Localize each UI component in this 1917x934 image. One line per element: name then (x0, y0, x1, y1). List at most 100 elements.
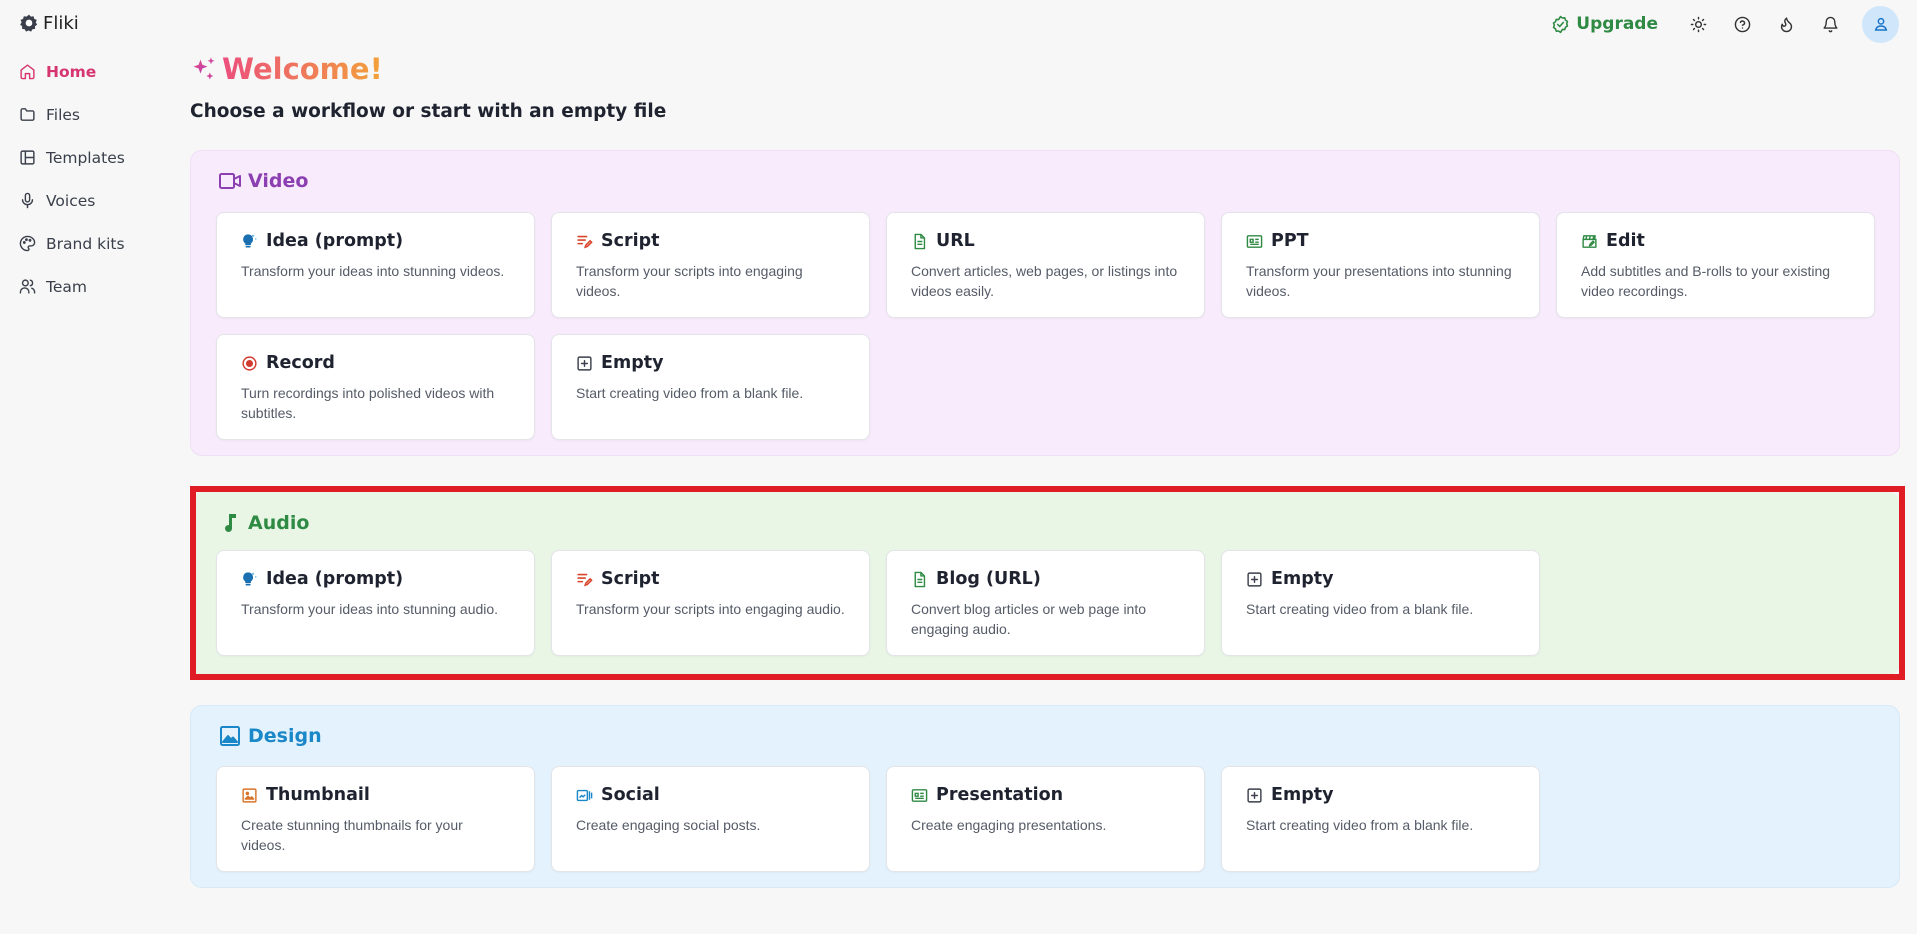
sidebar-item-brand-kits[interactable]: Brand kits (0, 222, 180, 265)
section-title: Video (248, 170, 309, 192)
card-description: Convert articles, web pages, or listings… (911, 263, 1178, 299)
sidebar-item-files[interactable]: Files (0, 93, 180, 136)
card-title: Empty (601, 353, 664, 373)
card-title-row: Blog (URL) (911, 567, 1180, 591)
card-description: Transform your ideas into stunning audio… (241, 601, 499, 617)
card-description: Create engaging social posts. (576, 817, 761, 833)
user-avatar-button[interactable] (1862, 5, 1899, 43)
card-description: Start creating video from a blank file. (1246, 601, 1474, 617)
card-title-row: Empty (1246, 567, 1515, 591)
card-title-row: Empty (576, 351, 845, 375)
card-description: Transform your presentations into stunni… (1246, 263, 1512, 299)
card-description: Start creating video from a blank file. (1246, 817, 1474, 833)
lightbulb-icon (243, 571, 257, 586)
sidebar-item-home[interactable]: Home (0, 50, 180, 93)
video-script-card[interactable]: Script Transform your scripts into engag… (551, 212, 870, 318)
card-title: Empty (1271, 785, 1334, 805)
presentation-icon (1246, 234, 1263, 248)
upgrade-label: Upgrade (1576, 14, 1658, 34)
audio-section: Audio Idea (prompt) Transform your ideas… (190, 492, 1900, 675)
top-bar-actions: Upgrade (1551, 5, 1899, 43)
home-icon (20, 64, 35, 80)
plus-square-icon (577, 355, 592, 371)
help-icon (1734, 16, 1750, 32)
card-title: Script (601, 569, 660, 589)
card-title-row: URL (911, 229, 1180, 253)
card-title: URL (936, 231, 975, 251)
lightbulb-icon (243, 233, 257, 248)
script-edit-icon (577, 235, 593, 248)
card-title-row: Script (576, 229, 845, 253)
card-title-row: Edit (1581, 229, 1850, 253)
card-title: Thumbnail (266, 785, 370, 805)
fliki-logo-icon (20, 14, 38, 32)
card-description: Create stunning thumbnails for your vide… (241, 817, 463, 853)
upgrade-button[interactable]: Upgrade (1551, 14, 1658, 34)
help-button[interactable] (1720, 6, 1764, 42)
video-empty-card[interactable]: Empty Start creating video from a blank … (551, 334, 870, 440)
video-url-card[interactable]: URL Convert articles, web pages, or list… (886, 212, 1205, 318)
palette-icon (19, 235, 36, 252)
users-icon (19, 279, 36, 294)
document-icon (914, 571, 926, 587)
design-social-card[interactable]: Social Create engaging social posts. (551, 766, 870, 872)
clapperboard-edit-icon (1582, 234, 1597, 248)
card-title-row: Record (241, 351, 510, 375)
video-camera-icon (219, 173, 241, 189)
card-description: Transform your scripts into engaging vid… (576, 263, 803, 299)
card-title: PPT (1271, 231, 1309, 251)
design-empty-card[interactable]: Empty Start creating video from a blank … (1221, 766, 1540, 872)
design-presentation-card[interactable]: Presentation Create engaging presentatio… (886, 766, 1205, 872)
sidebar-item-templates[interactable]: Templates (0, 136, 180, 179)
audio-section-header: Audio (218, 511, 309, 535)
card-title: Idea (prompt) (266, 569, 404, 589)
card-title: Presentation (936, 785, 1064, 805)
sun-icon (1690, 16, 1706, 32)
sidebar-item-team[interactable]: Team (0, 265, 180, 308)
script-edit-icon (577, 573, 593, 586)
audio-blog-url-card[interactable]: Blog (URL) Convert blog articles or web … (886, 550, 1205, 656)
welcome-title: Welcome! (222, 52, 383, 86)
record-icon (242, 355, 257, 371)
card-description: Convert blog articles or web page into e… (911, 601, 1147, 637)
presentation-icon (911, 788, 928, 802)
card-title-row: Script (576, 567, 845, 591)
audio-idea-card[interactable]: Idea (prompt) Transform your ideas into … (216, 550, 535, 656)
social-post-icon (576, 789, 593, 801)
document-icon (914, 233, 926, 249)
video-section-header: Video (218, 169, 308, 193)
card-title-row: Thumbnail (241, 783, 510, 807)
welcome-heading: Welcome! (190, 52, 383, 86)
video-ppt-card[interactable]: PPT Transform your presentations into st… (1221, 212, 1540, 318)
video-section: Video Idea (prompt) Transform your ideas… (190, 150, 1900, 456)
video-idea-card[interactable]: Idea (prompt) Transform your ideas into … (216, 212, 535, 318)
plus-square-icon (1247, 787, 1262, 803)
app-logo[interactable]: Fliki (19, 12, 79, 34)
card-title-row: Social (576, 783, 845, 807)
card-description: Turn recordings into polished videos wit… (241, 385, 495, 421)
card-description: Transform your ideas into stunning video… (241, 263, 505, 279)
card-title-row: Idea (prompt) (241, 229, 510, 253)
folder-icon (20, 108, 35, 121)
section-title: Audio (248, 512, 310, 534)
notifications-button[interactable] (1808, 6, 1852, 42)
card-title-row: Presentation (911, 783, 1180, 807)
theme-toggle-button[interactable] (1676, 6, 1720, 42)
mic-icon (21, 192, 34, 209)
card-title: Edit (1606, 231, 1645, 251)
video-record-card[interactable]: Record Turn recordings into polished vid… (216, 334, 535, 440)
design-section: Design Thumbnail Create stunning thumbna… (190, 705, 1900, 888)
audio-script-card[interactable]: Script Transform your scripts into engag… (551, 550, 870, 656)
page-subtitle: Choose a workflow or start with an empty… (190, 101, 667, 122)
music-note-icon (225, 514, 236, 533)
sidebar-item-label: Home (46, 62, 97, 81)
whats-new-button[interactable] (1764, 6, 1808, 42)
design-section-header: Design (218, 724, 322, 748)
sidebar-item-voices[interactable]: Voices (0, 179, 180, 222)
sidebar-item-label: Team (46, 277, 87, 296)
badge-check-icon (1553, 15, 1569, 33)
design-thumbnail-card[interactable]: Thumbnail Create stunning thumbnails for… (216, 766, 535, 872)
audio-empty-card[interactable]: Empty Start creating video from a blank … (1221, 550, 1540, 656)
video-edit-card[interactable]: Edit Add subtitles and B-rolls to your e… (1556, 212, 1875, 318)
sidebar-item-label: Templates (46, 148, 125, 167)
